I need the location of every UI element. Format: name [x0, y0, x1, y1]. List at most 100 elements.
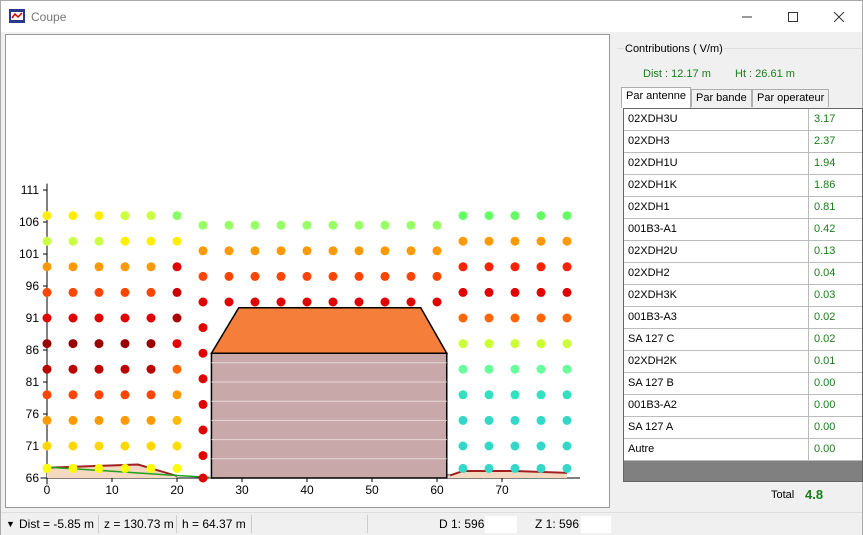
contribution-value-cell: 0.04 [814, 267, 836, 279]
section-plot-canvas[interactable]: 111 106 101 96 91 86 81 76 71 66 0 10 20 30 40 50 60 70 [6, 35, 609, 507]
field-strength-dot [198, 473, 208, 483]
building-roof [210, 307, 449, 354]
y-tick-label: 81 [26, 375, 40, 389]
field-strength-dot [94, 211, 104, 221]
field-strength-dot [94, 390, 104, 400]
field-strength-dot [146, 463, 156, 473]
tab-par-operateur[interactable]: Par operateur [752, 89, 830, 107]
field-strength-dot [146, 415, 156, 425]
contribution-value-cell: 0.00 [814, 399, 836, 411]
contribution-value-cell: 0.81 [814, 201, 836, 213]
table-row[interactable]: 02XDH2 0.04 [624, 263, 862, 285]
section-plot[interactable]: 111 106 101 96 91 86 81 76 71 66 0 10 20 30 40 50 60 70 [5, 34, 610, 508]
field-strength-dot [484, 287, 494, 297]
table-row[interactable]: 02XDH1U 1.94 [624, 153, 862, 175]
field-strength-dot [94, 364, 104, 374]
field-strength-dot [484, 463, 494, 473]
table-row[interactable]: 02XDH2K 0.01 [624, 351, 862, 373]
field-strength-dot [94, 262, 104, 272]
field-strength-dot [68, 236, 78, 246]
table-row[interactable]: 02XDH1 0.81 [624, 197, 862, 219]
field-strength-dot [406, 220, 416, 230]
status-dropdown-icon[interactable]: ▼ [6, 519, 15, 529]
field-strength-dot [250, 271, 260, 281]
table-row[interactable]: 02XDH3 2.37 [624, 131, 862, 153]
status-separator [98, 515, 99, 533]
table-row[interactable]: Autre 0.00 [624, 439, 862, 461]
field-strength-dot [172, 390, 182, 400]
field-strength-dot [120, 415, 130, 425]
maximize-button[interactable] [770, 1, 816, 32]
field-strength-dot [510, 262, 520, 272]
field-strength-dot [198, 246, 208, 256]
window-title: Coupe [31, 10, 67, 24]
field-strength-dot [146, 313, 156, 323]
field-strength-dot [458, 236, 468, 246]
antenna-name-cell: 02XDH2U [624, 241, 809, 263]
field-strength-dot [510, 339, 520, 349]
contribution-value-cell: 0.00 [814, 377, 836, 389]
field-strength-dot [198, 297, 208, 307]
field-strength-dot [42, 236, 52, 246]
field-strength-dot [432, 297, 442, 307]
antenna-name-cell: 001B3-A3 [624, 307, 809, 329]
field-strength-dot [458, 415, 468, 425]
y-tick-label: 111 [21, 183, 40, 197]
field-strength-dot [458, 441, 468, 451]
field-strength-dot [510, 415, 520, 425]
antenna-name-cell: 02XDH1U [624, 153, 809, 175]
tab-par-bande[interactable]: Par bande [691, 89, 752, 107]
table-row[interactable]: 001B3-A2 0.00 [624, 395, 862, 417]
contribution-value-cell: 0.02 [814, 311, 836, 323]
status-dist: Dist = -5.85 m [19, 517, 95, 531]
table-row[interactable]: 02XDH2U 0.13 [624, 241, 862, 263]
table-row[interactable]: 02XDH3K 0.03 [624, 285, 862, 307]
tab-par-antenne[interactable]: Par antenne [621, 87, 691, 108]
app-icon [9, 9, 25, 23]
field-strength-dot [328, 246, 338, 256]
contributions-table[interactable]: 02XDH3U 3.17 02XDH3 2.37 02XDH1U 1.94 02XDH1K 1… [623, 108, 863, 482]
antenna-name-cell: SA 127 C [624, 329, 809, 351]
field-strength-dot [146, 364, 156, 374]
status-h: h = 64.37 m [182, 517, 246, 531]
minimize-button[interactable] [724, 1, 770, 32]
x-tick-label: 70 [495, 483, 509, 497]
d-scale-field[interactable] [485, 516, 517, 533]
status-z: z = 130.73 m [104, 517, 174, 531]
field-strength-dot [94, 236, 104, 246]
field-strength-dot [458, 287, 468, 297]
field-strength-dot [276, 271, 286, 281]
field-strength-dot [484, 262, 494, 272]
table-row[interactable]: 02XDH3U 3.17 [624, 109, 862, 131]
x-tick-label: 10 [105, 483, 119, 497]
field-strength-dot [458, 339, 468, 349]
x-tick-label: 40 [300, 483, 314, 497]
y-tick-label: 86 [26, 343, 40, 357]
minimize-icon [742, 16, 752, 17]
table-row[interactable]: 02XDH1K 1.86 [624, 175, 862, 197]
field-strength-dot [94, 339, 104, 349]
table-row[interactable]: SA 127 A 0.00 [624, 417, 862, 439]
y-tick-label: 91 [26, 311, 40, 325]
field-strength-dot [198, 220, 208, 230]
contributions-title: Contributions ( V/m) [624, 43, 724, 55]
field-strength-dot [250, 220, 260, 230]
close-button[interactable] [816, 1, 862, 32]
field-strength-dot [536, 287, 546, 297]
field-strength-dot [536, 463, 546, 473]
field-strength-dot [484, 441, 494, 451]
table-row[interactable]: SA 127 C 0.02 [624, 329, 862, 351]
antenna-name-cell: 02XDH2 [624, 263, 809, 285]
contribution-value-cell: 0.13 [814, 245, 836, 257]
antenna-name-cell: Autre [624, 439, 809, 461]
antenna-name-cell: 001B3-A2 [624, 395, 809, 417]
y-tick-label: 66 [26, 471, 40, 485]
y-tick-label: 106 [19, 215, 39, 229]
field-strength-dot [42, 364, 52, 374]
table-row[interactable]: SA 127 B 0.00 [624, 373, 862, 395]
antenna-name-cell: 02XDH1K [624, 175, 809, 197]
table-row[interactable]: 001B3-A1 0.42 [624, 219, 862, 241]
x-tick-label: 0 [44, 483, 51, 497]
z-scale-field[interactable] [581, 516, 611, 533]
table-row[interactable]: 001B3-A3 0.02 [624, 307, 862, 329]
